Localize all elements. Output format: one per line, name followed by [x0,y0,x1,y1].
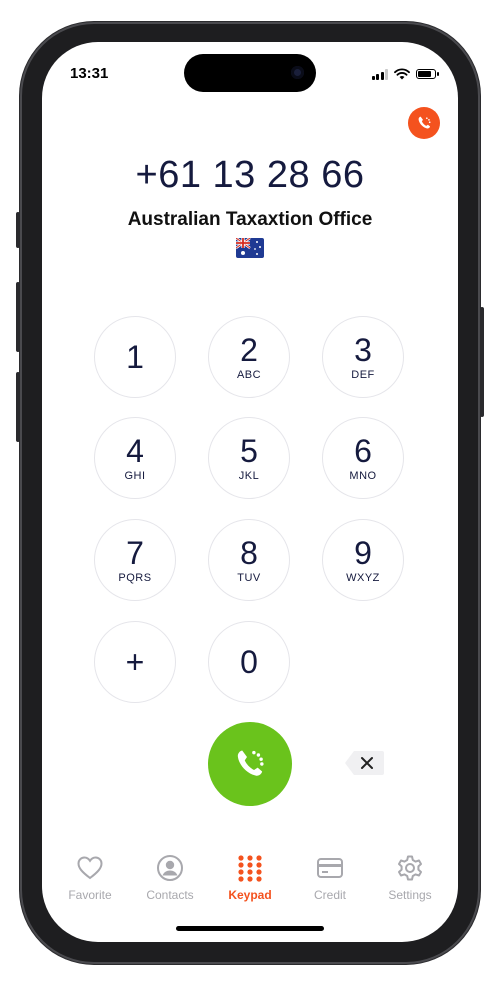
key-2[interactable]: 2 ABC [208,316,290,398]
key-digit: 3 [354,332,372,368]
key-digit: 5 [240,433,258,469]
credit-card-icon [317,858,343,878]
key-9[interactable]: 9 WXYZ [322,519,404,601]
key-letters: ABC [236,369,262,381]
tab-favorite[interactable]: Favorite [52,854,128,914]
tab-keypad[interactable]: Keypad [212,854,288,914]
tab-bar: Favorite Contacts Keypad Credit Settings [42,854,458,914]
dialed-number: +61 13 28 66 [135,154,365,196]
heart-icon [77,856,103,880]
tab-label: Settings [388,888,432,902]
tab-label: Credit [313,888,346,902]
key-letters: JKL [238,470,260,482]
dynamic-island [184,54,316,92]
tab-contacts[interactable]: Contacts [132,854,208,914]
call-button[interactable] [208,722,292,806]
tab-label: Keypad [228,888,272,902]
key-letters: TUV [237,572,261,584]
screen: 13:31 +61 13 28 66 Australian Taxaxtion … [42,42,458,942]
key-7[interactable]: 7 PQRS [94,519,176,601]
phone-call-icon [237,750,264,776]
gear-icon [398,855,422,881]
key-1[interactable]: 1 [94,316,176,398]
key-letters: PQRS [118,572,152,584]
key-6[interactable]: 6 MNO [322,417,404,499]
camera-icon [291,66,304,79]
tab-credit[interactable]: Credit [292,854,368,914]
person-icon [157,855,183,881]
key-letters: WXYZ [346,572,380,584]
key-4[interactable]: 4 GHI [94,417,176,499]
key-digit: 1 [126,339,144,375]
battery-icon [416,69,439,79]
key-letters: MNO [349,470,377,482]
key-digit: 0 [240,644,258,680]
call-recording-button[interactable] [408,107,440,139]
key-digit: 2 [240,332,258,368]
key-letters: GHI [124,470,146,482]
key-digit: 9 [354,535,372,571]
contact-name: Australian Taxaxtion Office [127,209,373,230]
home-indicator [176,926,324,931]
keypad-grid-icon [238,855,262,882]
delete-backspace-button[interactable] [344,750,384,776]
power-button [480,307,484,417]
volume-down-button [16,372,20,442]
tab-settings[interactable]: Settings [372,854,448,914]
wifi-icon [394,68,410,80]
key-8[interactable]: 8 TUV [208,519,290,601]
volume-up-button [16,282,20,352]
key-letters: DEF [351,369,375,381]
key-digit: 7 [126,535,144,571]
key-3[interactable]: 3 DEF [322,316,404,398]
key-plus[interactable]: + [94,621,176,703]
key-0[interactable]: 0 [208,621,290,703]
australia-flag-icon [236,238,264,258]
tab-label: Favorite [68,888,112,902]
key-5[interactable]: 5 JKL [208,417,290,499]
signal-icon [371,68,388,80]
key-digit: 8 [240,535,258,571]
tab-label: Contacts [146,888,194,902]
key-digit: + [125,644,145,680]
key-digit: 4 [126,433,144,469]
phone-recording-icon [418,116,431,129]
action-button [16,212,20,248]
status-time: 13:31 [70,65,109,82]
status-icons [371,68,439,80]
key-digit: 6 [354,433,372,469]
